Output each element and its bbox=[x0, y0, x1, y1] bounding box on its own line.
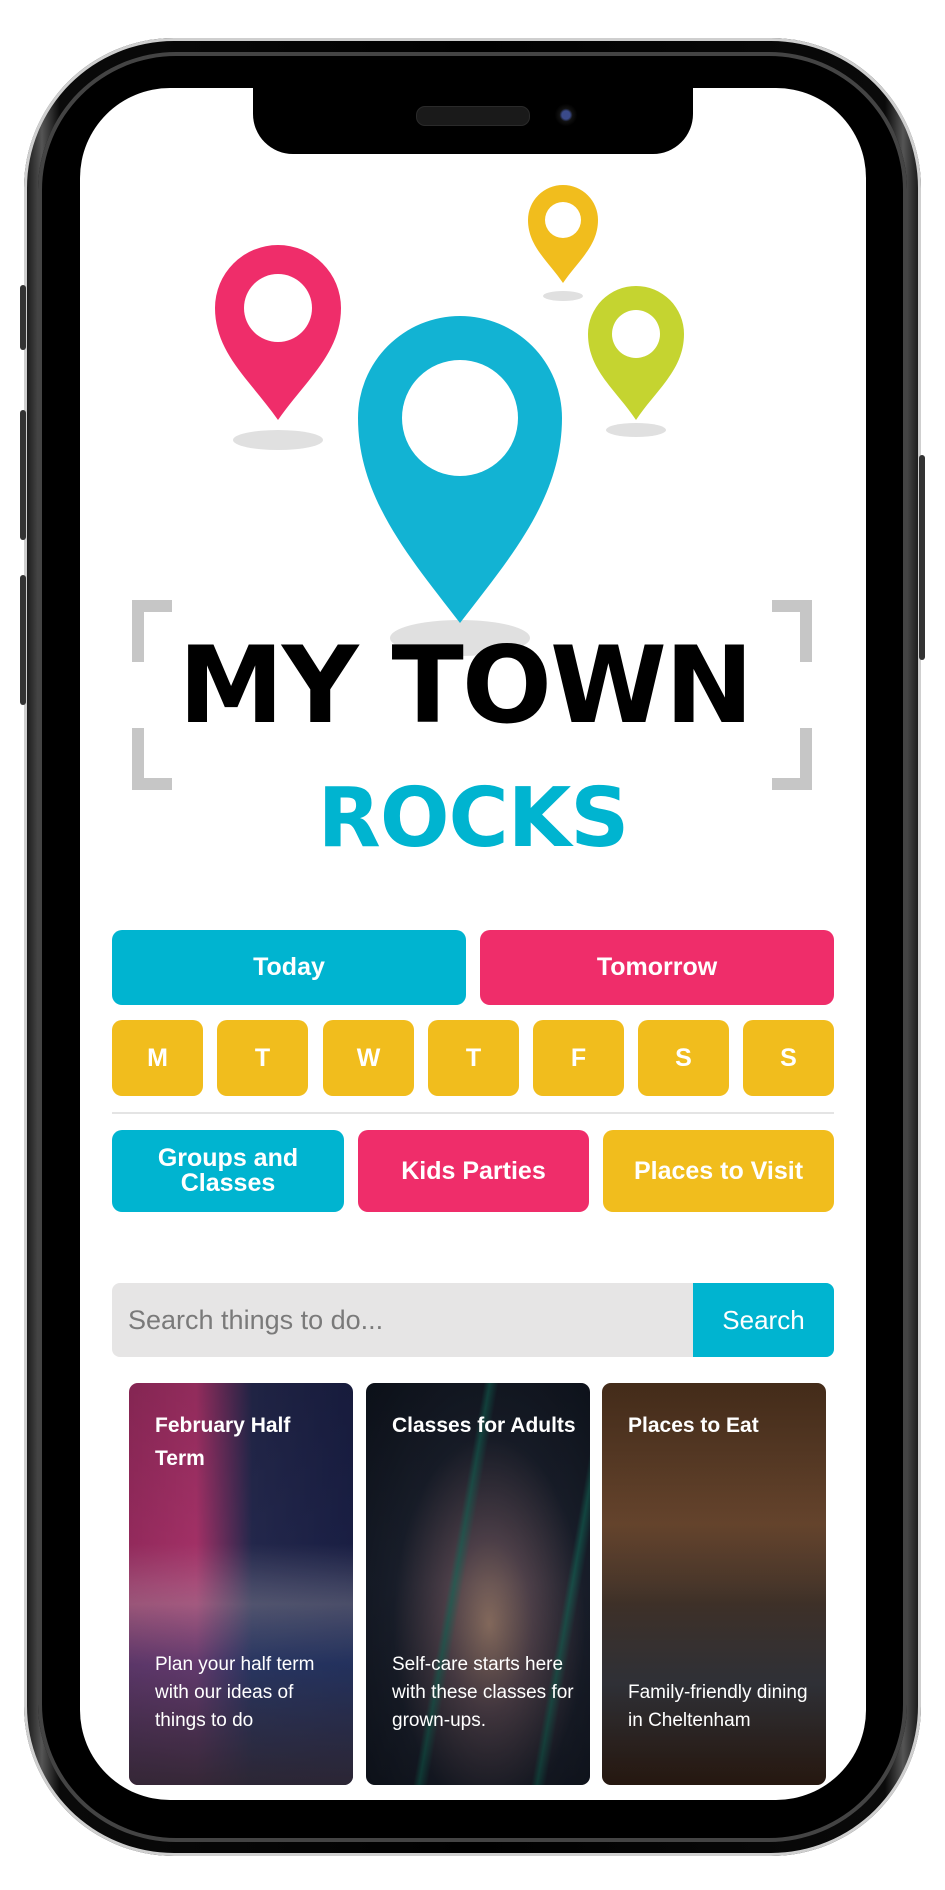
card-title: February Half Term bbox=[155, 1414, 291, 1470]
app-screen: MY TOWN ROCKS Today Tomorrow M T W T F S… bbox=[80, 88, 866, 1800]
kids-parties-button[interactable]: Kids Parties bbox=[358, 1130, 589, 1212]
weekday-tuesday-button[interactable]: T bbox=[217, 1020, 308, 1096]
card-title: Classes for Adults bbox=[392, 1414, 576, 1437]
today-button[interactable]: Today bbox=[112, 930, 466, 1005]
card-description: Self-care starts here with these classes… bbox=[392, 1654, 574, 1731]
front-camera-icon bbox=[555, 103, 577, 127]
weekday-monday-button[interactable]: M bbox=[112, 1020, 203, 1096]
app-name-line1: MY TOWN bbox=[178, 624, 753, 747]
card-description: Plan your half term with our ideas of th… bbox=[155, 1654, 315, 1731]
bracket-top-left bbox=[132, 600, 172, 662]
card-places-to-eat[interactable]: Places to Eat Family-friendly dining in … bbox=[602, 1383, 826, 1785]
search-button[interactable]: Search bbox=[693, 1283, 834, 1357]
card-title: Places to Eat bbox=[628, 1414, 759, 1437]
volume-down-button bbox=[20, 575, 26, 705]
weekday-friday-button[interactable]: F bbox=[533, 1020, 624, 1096]
weekday-saturday-button[interactable]: S bbox=[638, 1020, 729, 1096]
card-classes-for-adults[interactable]: Classes for Adults Self-care starts here… bbox=[366, 1383, 590, 1785]
places-to-visit-button[interactable]: Places to Visit bbox=[603, 1130, 834, 1212]
phone-notch bbox=[253, 88, 693, 154]
weekday-sunday-button[interactable]: S bbox=[743, 1020, 834, 1096]
speaker-grille bbox=[416, 106, 530, 126]
groups-and-classes-button[interactable]: Groups and Classes bbox=[112, 1130, 344, 1212]
power-button bbox=[919, 455, 925, 660]
weekday-thursday-button[interactable]: T bbox=[428, 1020, 519, 1096]
card-february-half-term[interactable]: February Half Term Plan your half term w… bbox=[129, 1383, 353, 1785]
search-input[interactable] bbox=[112, 1283, 693, 1357]
mute-switch bbox=[20, 285, 26, 350]
section-divider bbox=[112, 1112, 834, 1114]
tomorrow-button[interactable]: Tomorrow bbox=[480, 930, 834, 1005]
volume-up-button bbox=[20, 410, 26, 540]
app-name-line2: ROCKS bbox=[317, 771, 630, 866]
card-description: Family-friendly dining in Cheltenham bbox=[628, 1682, 808, 1731]
weekday-wednesday-button[interactable]: W bbox=[323, 1020, 414, 1096]
bracket-top-right bbox=[772, 600, 812, 662]
search-bar: Search bbox=[112, 1283, 834, 1357]
